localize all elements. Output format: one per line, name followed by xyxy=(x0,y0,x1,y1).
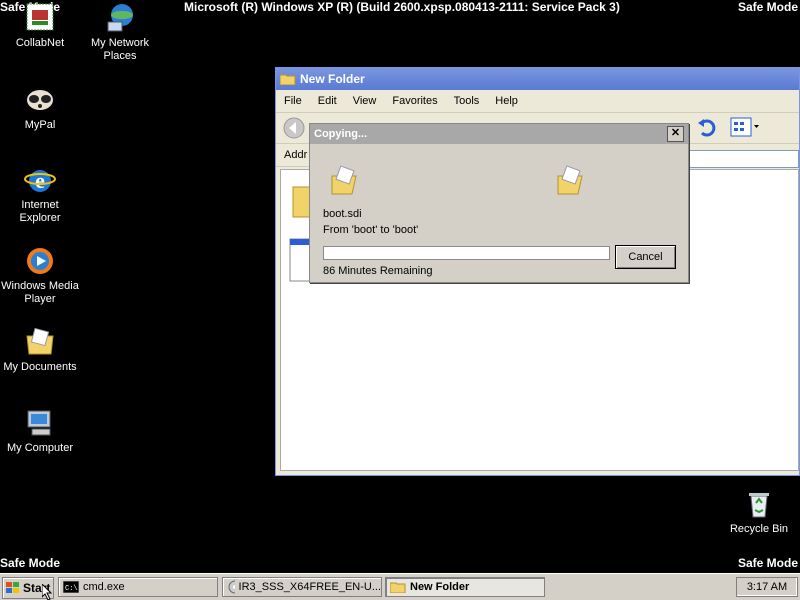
network-places-icon xyxy=(104,2,136,34)
command-prompt-icon: C:\ xyxy=(63,581,79,593)
mouse-cursor-icon xyxy=(42,584,53,600)
safe-mode-label-bottom-right: Safe Mode xyxy=(737,556,798,570)
desktop-icon-label: Windows Media Player xyxy=(1,280,79,305)
views-icon[interactable] xyxy=(730,117,760,140)
my-computer-icon xyxy=(24,407,56,439)
menu-tools[interactable]: Tools xyxy=(446,95,488,107)
address-label: Addr xyxy=(284,149,308,161)
collabnet-icon xyxy=(24,2,56,34)
desktop-icon-mypal[interactable]: MyPal xyxy=(0,84,80,132)
media-player-icon xyxy=(24,245,56,277)
svg-text:e: e xyxy=(35,168,45,193)
task-label: IR3_SSS_X64FREE_EN-U... xyxy=(238,581,381,593)
cancel-button[interactable]: Cancel xyxy=(615,245,676,269)
desktop-icon-recycle-bin[interactable]: Recycle Bin xyxy=(719,488,799,536)
internet-explorer-icon: e xyxy=(24,164,56,196)
menu-file[interactable]: File xyxy=(276,95,310,107)
back-icon[interactable] xyxy=(282,116,306,140)
copy-file-name: boot.sdi xyxy=(323,208,362,220)
undo-icon[interactable] xyxy=(696,117,716,140)
task-label: New Folder xyxy=(410,581,470,593)
safe-mode-label-bottom-left: Safe Mode xyxy=(0,556,61,570)
desktop-icon-label: Recycle Bin xyxy=(729,523,789,535)
desktop-icon-collabnet[interactable]: CollabNet xyxy=(0,2,80,50)
explorer-title-bar[interactable]: New Folder xyxy=(276,68,799,90)
copy-progress-bar xyxy=(323,246,610,260)
os-build-title: Microsoft (R) Windows XP (R) (Build 2600… xyxy=(184,0,620,14)
task-iso-setup[interactable]: IR3_SSS_X64FREE_EN-U... xyxy=(222,577,382,597)
my-documents-icon xyxy=(24,326,56,358)
desktop-icon-my-computer[interactable]: My Computer xyxy=(0,407,80,455)
copying-dialog: Copying... ✕ boot.sdi From 'boot' to 'bo… xyxy=(309,123,689,283)
menu-edit[interactable]: Edit xyxy=(310,95,345,107)
desktop-icon-media-player[interactable]: Windows Media Player xyxy=(0,245,80,306)
time-remaining: 86 Minutes Remaining xyxy=(323,265,433,277)
desktop-icon-label: Internet Explorer xyxy=(19,199,61,224)
safe-mode-label-top-right: Safe Mode xyxy=(737,0,798,14)
desktop-icon-label: My Computer xyxy=(6,442,74,454)
desktop-icon-label: My Network Places xyxy=(90,37,150,62)
setup-icon xyxy=(228,580,235,594)
destination-folder-icon xyxy=(557,165,583,195)
windows-logo-icon xyxy=(6,582,19,593)
address-input[interactable] xyxy=(687,150,799,168)
close-button[interactable]: ✕ xyxy=(667,126,684,142)
menu-bar: File Edit View Favorites Tools Help xyxy=(276,90,799,113)
svg-text:C:\: C:\ xyxy=(65,585,78,593)
mypal-icon xyxy=(24,84,56,116)
dialog-title-bar[interactable]: Copying... ✕ xyxy=(310,124,688,144)
source-folder-icon xyxy=(331,165,357,195)
menu-view[interactable]: View xyxy=(345,95,385,107)
desktop-icon-my-documents[interactable]: My Documents xyxy=(0,326,80,374)
desktop-icon-label: CollabNet xyxy=(15,37,65,49)
clock[interactable]: 3:17 AM xyxy=(736,577,798,597)
explorer-title: New Folder xyxy=(300,72,365,86)
folder-icon xyxy=(390,582,406,593)
dialog-title: Copying... xyxy=(314,128,368,140)
copy-from-to: From 'boot' to 'boot' xyxy=(323,224,419,236)
menu-favorites[interactable]: Favorites xyxy=(384,95,445,107)
menu-help[interactable]: Help xyxy=(487,95,526,107)
taskbar: Start C:\ cmd.exe IR3_SSS_X64FREE_EN-U..… xyxy=(0,573,800,600)
task-new-folder[interactable]: New Folder xyxy=(385,577,545,597)
desktop-icon-label: MyPal xyxy=(24,119,56,131)
folder-icon xyxy=(280,74,296,85)
recycle-bin-icon xyxy=(743,488,775,520)
task-label: cmd.exe xyxy=(83,581,125,593)
desktop-icon-internet-explorer[interactable]: e Internet Explorer xyxy=(0,164,80,225)
desktop-icon-label: My Documents xyxy=(3,361,77,373)
desktop-icon-network-places[interactable]: My Network Places xyxy=(80,2,160,63)
task-cmd[interactable]: C:\ cmd.exe xyxy=(58,577,218,597)
